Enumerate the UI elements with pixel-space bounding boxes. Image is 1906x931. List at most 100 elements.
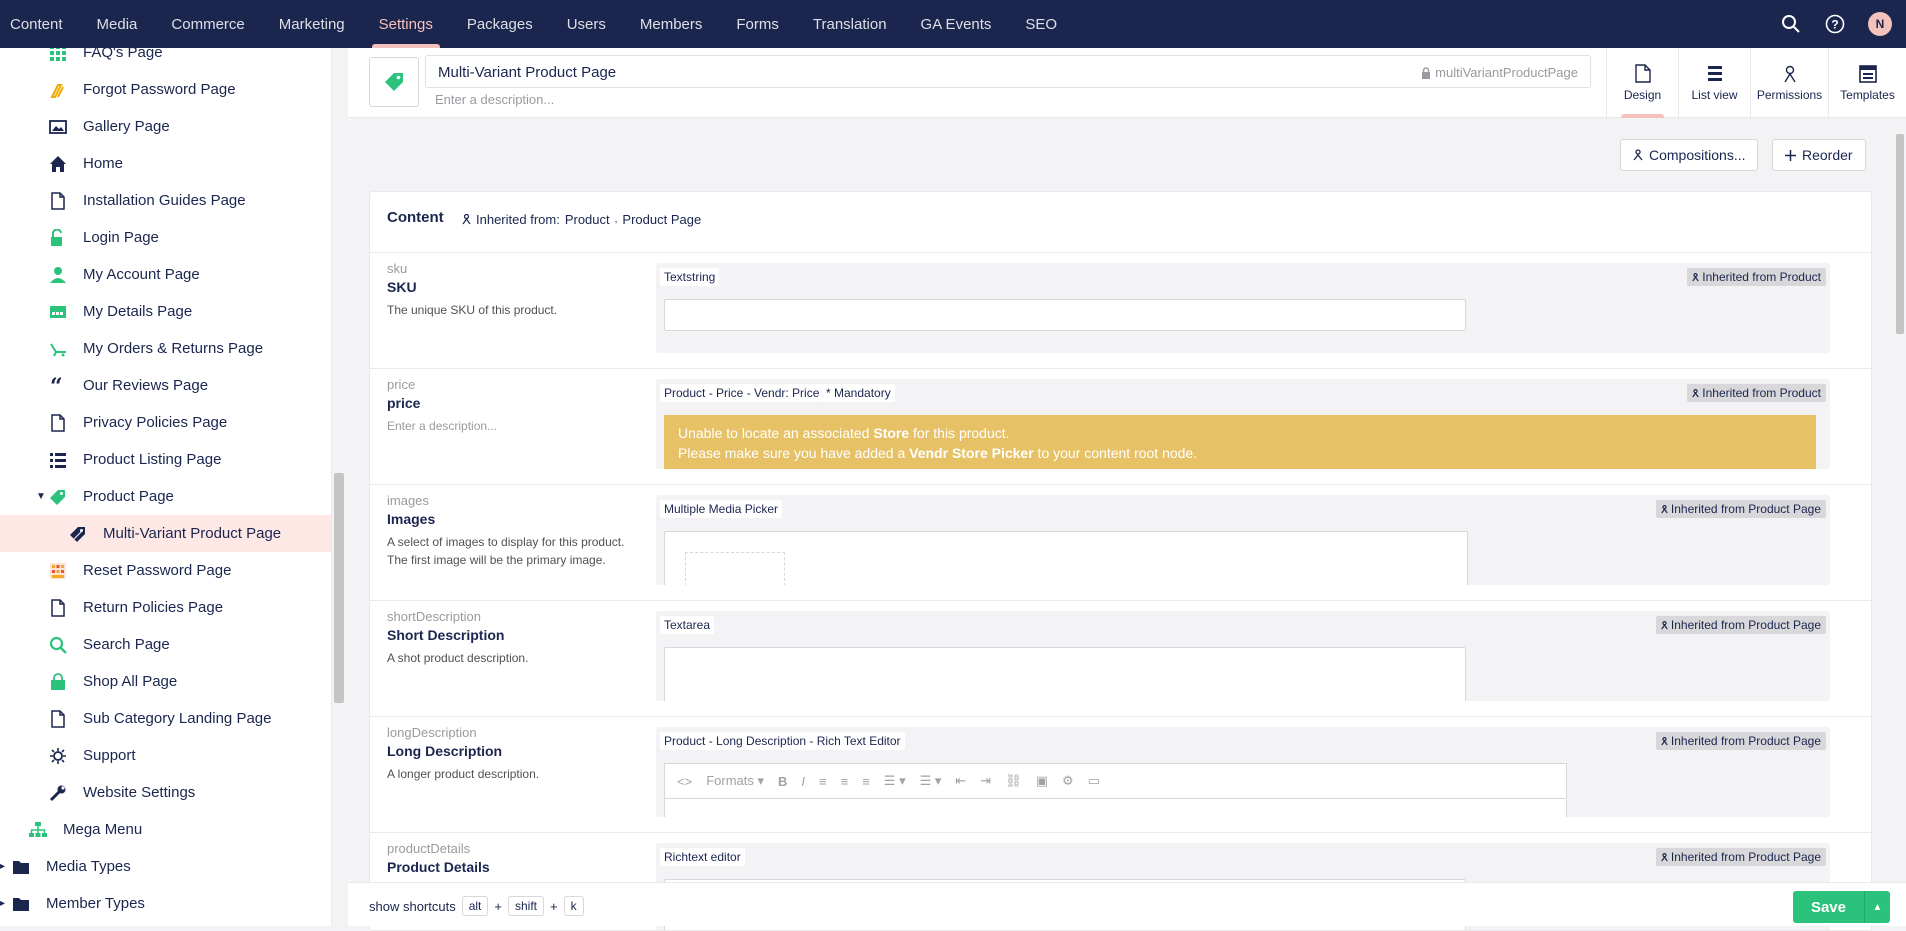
app-templates[interactable]: Templates (1828, 48, 1906, 118)
expand-caret-icon[interactable]: ▸ (0, 898, 5, 909)
tree-item-my-account-page[interactable]: My Account Page (0, 256, 331, 293)
section-users[interactable]: Users (550, 0, 623, 48)
tree-item-my-orders-returns-page[interactable]: My Orders & Returns Page (0, 330, 331, 367)
tree-item-my-details-page[interactable]: My Details Page (0, 293, 331, 330)
macro-icon: ⚙ (1062, 773, 1074, 788)
tree-item-reset-password-page[interactable]: Reset Password Page (0, 552, 331, 589)
bold-icon: B (778, 773, 788, 789)
compositions-button[interactable]: Compositions... (1620, 139, 1759, 171)
tree-item-sub-category-landing-page[interactable]: Sub Category Landing Page (0, 700, 331, 737)
editor-type-tag: Textarea (660, 616, 715, 634)
section-packages[interactable]: Packages (450, 0, 550, 48)
property-alias: longDescription (387, 725, 477, 740)
inherited-tag: Inherited from Product Page (1655, 500, 1826, 518)
section-translation[interactable]: Translation (796, 0, 904, 48)
save-options-button[interactable]: ▲ (1864, 891, 1890, 923)
tree-scrollbar[interactable] (332, 48, 346, 926)
tree-item-label: Search Page (83, 636, 170, 653)
tree-item-forgot-password-page[interactable]: Forgot Password Page (0, 71, 331, 108)
tree-item-member-types[interactable]: ▸ Member Types (0, 885, 331, 922)
inherited-tag-label: Inherited from Product Page (1670, 850, 1821, 864)
app-list-view[interactable]: List view (1678, 48, 1750, 118)
tree-item-privacy-policies-page[interactable]: Privacy Policies Page (0, 404, 331, 441)
alias-field[interactable]: multiVariantProductPage (1421, 65, 1578, 80)
expand-caret-icon[interactable]: ▼ (36, 491, 46, 502)
document-type-icon-picker[interactable] (369, 57, 419, 107)
tree-item-login-page[interactable]: Login Page (0, 219, 331, 256)
property-editor-preview[interactable]: Textstring Inherited from Product (656, 263, 1830, 353)
content-group: Content Inherited from: Product , Produc… (369, 191, 1872, 931)
tree-item-search-page[interactable]: Search Page (0, 626, 331, 663)
save-button[interactable]: Save (1792, 891, 1864, 923)
tree-item-support[interactable]: Support (0, 737, 331, 774)
lifebuoy-icon (49, 747, 67, 765)
folder-icon (12, 858, 30, 876)
section-ga-events[interactable]: GA Events (904, 0, 1009, 48)
expand-caret-icon[interactable]: ▸ (0, 861, 5, 872)
store-warning: Unable to locate an associated Store for… (664, 415, 1816, 469)
tree-item-product-listing-page[interactable]: Product Listing Page (0, 441, 331, 478)
tree-item-return-policies-page[interactable]: Return Policies Page (0, 589, 331, 626)
tree-item-mega-menu[interactable]: Mega Menu (0, 811, 331, 848)
tree-item-website-settings[interactable]: Website Settings (0, 774, 331, 811)
app-permissions[interactable]: Permissions (1750, 48, 1828, 118)
inherited-icon (1661, 852, 1668, 861)
section-seo[interactable]: SEO (1008, 0, 1074, 48)
italic-icon: I (801, 773, 806, 789)
group-title[interactable]: Content (387, 209, 444, 226)
section-commerce[interactable]: Commerce (154, 0, 261, 48)
property-editor-preview[interactable]: Product - Long Description - Rich Text E… (656, 727, 1830, 817)
editor-scrollbar-thumb[interactable] (1896, 134, 1904, 334)
tree-item-home[interactable]: Home (0, 145, 331, 182)
help-icon[interactable]: ? (1824, 13, 1846, 35)
tree-item-gallery-page[interactable]: Gallery Page (0, 108, 331, 145)
tree-item-product-page[interactable]: ▼ Product Page (0, 478, 331, 515)
property-editor-preview[interactable]: Product - Price - Vendr: Price * Mandato… (656, 379, 1830, 469)
user-avatar[interactable]: N (1868, 12, 1892, 36)
search-icon[interactable] (1780, 13, 1802, 35)
tree-item-installation-guides-page[interactable]: Installation Guides Page (0, 182, 331, 219)
document-icon (49, 598, 67, 617)
inherited-from-product[interactable]: Product (565, 212, 610, 227)
alias-value: multiVariantProductPage (1435, 65, 1578, 80)
tree-item-our-reviews-page[interactable]: “ Our Reviews Page (0, 367, 331, 404)
tree-item-shop-all-page[interactable]: Shop All Page (0, 663, 331, 700)
inherited-icon (1692, 272, 1699, 281)
truck-icon (49, 340, 67, 358)
app-design[interactable]: Design (1606, 48, 1678, 118)
section-media[interactable]: Media (80, 0, 155, 48)
section-content[interactable]: Content (0, 0, 80, 48)
inherited-from-product-page[interactable]: Product Page (622, 212, 701, 227)
description-field[interactable]: Enter a description... (435, 92, 554, 107)
section-marketing[interactable]: Marketing (262, 0, 362, 48)
property-description: The unique SKU of this product. (387, 303, 558, 317)
tree-item-multi-variant-product-page[interactable]: Multi-Variant Product Page (0, 515, 331, 552)
shortcuts[interactable]: show shortcuts alt + shift + k (369, 896, 584, 916)
align-center-icon: ≡ (840, 773, 849, 789)
tree-scrollbar-thumb[interactable] (334, 473, 344, 703)
mandatory-tag: * Mandatory (822, 384, 895, 402)
document-type-name-field[interactable]: Multi-Variant Product Page multiVariantP… (425, 55, 1591, 88)
property-editor-preview[interactable]: Multiple Media Picker Inherited from Pro… (656, 495, 1830, 585)
document-icon (49, 413, 67, 432)
section-settings[interactable]: Settings (362, 0, 450, 48)
show-shortcuts-link[interactable]: show shortcuts (369, 899, 456, 914)
key-k: k (563, 896, 584, 916)
lock-icon (1422, 66, 1431, 79)
inherited-label: Inherited from: (476, 212, 560, 227)
section-members[interactable]: Members (623, 0, 720, 48)
user-icon (49, 266, 67, 284)
property-editor-preview[interactable]: Textarea Inherited from Product Page (656, 611, 1830, 701)
compositions-label: Compositions... (1649, 147, 1746, 163)
tree-item-faq-s-page[interactable]: FAQ's Page (0, 48, 331, 71)
editor-scrollbar[interactable] (1894, 118, 1906, 926)
settings-tree: FAQ's Page Forgot Password Page Gallery Pa… (0, 48, 332, 926)
section-forms[interactable]: Forms (719, 0, 796, 48)
link-icon: ⛓ (1005, 773, 1022, 788)
grid-icon (49, 48, 67, 62)
templates-icon (1858, 64, 1877, 83)
reorder-button[interactable]: Reorder (1772, 139, 1866, 171)
tree-item-media-types[interactable]: ▸ Media Types (0, 848, 331, 885)
app-permissions-label: Permissions (1756, 87, 1823, 102)
code-icon: <> (677, 773, 693, 789)
